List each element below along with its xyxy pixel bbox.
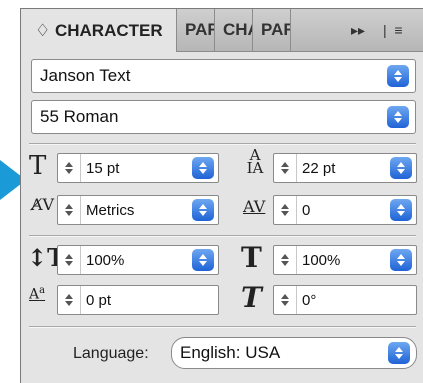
skew-stepper[interactable]: [274, 286, 297, 314]
dropdown-arrows-icon: [387, 65, 409, 87]
font-size-stepper[interactable]: [58, 154, 81, 182]
kerning-field[interactable]: Metrics: [57, 195, 219, 225]
divider: [29, 326, 416, 328]
character-panel: ♢ CHARACTER PAR CHA PAR ▸▸ | ≡ Janson Te…: [20, 8, 423, 383]
dropdown-arrows-icon[interactable]: [390, 199, 412, 221]
dropdown-arrows-icon[interactable]: [390, 157, 412, 179]
kerning-stepper[interactable]: [58, 196, 81, 224]
font-style-value: 55 Roman: [40, 107, 119, 126]
dropdown-arrows-icon[interactable]: [192, 249, 214, 271]
leading-value: 22 pt: [302, 159, 336, 177]
font-style-dropdown[interactable]: 55 Roman: [31, 100, 416, 134]
divider: [29, 143, 416, 145]
language-dropdown[interactable]: English: USA: [171, 337, 417, 369]
baseline-shift-field[interactable]: 0 pt: [57, 285, 219, 315]
tab-character-styles[interactable]: CHA: [215, 9, 253, 51]
font-family-value: Janson Text: [40, 66, 131, 85]
language-label: Language:: [73, 345, 149, 362]
font-size-icon: T: [29, 151, 47, 181]
dropdown-arrows-icon[interactable]: [390, 249, 412, 271]
skew-field[interactable]: 0°: [273, 285, 417, 315]
dropdown-arrows-icon[interactable]: [192, 199, 214, 221]
tab-character[interactable]: ♢ CHARACTER: [21, 9, 177, 52]
baseline-shift-icon: Aa: [29, 285, 46, 303]
panel-expand-icon[interactable]: ▸▸: [351, 9, 365, 51]
tab-paragraph-styles[interactable]: PAR: [253, 9, 291, 51]
tracking-value: 0: [302, 201, 311, 219]
tracking-icon: AV: [243, 197, 266, 216]
leading-field[interactable]: 22 pt: [273, 153, 417, 183]
panel-menu-icon[interactable]: | ≡: [383, 9, 403, 51]
horizontal-scale-field[interactable]: 100%: [273, 245, 417, 275]
divider: [29, 235, 416, 237]
dropdown-arrows-icon: [387, 106, 409, 128]
language-value: English: USA: [180, 343, 281, 362]
kerning-icon: A̸V: [31, 195, 55, 214]
leading-icon: A IA: [246, 146, 264, 177]
kerning-value: Metrics: [86, 201, 135, 219]
horizontal-scale-value: 100%: [302, 251, 341, 269]
tab-paragraph[interactable]: PAR: [177, 9, 215, 51]
font-size-field[interactable]: 15 pt: [57, 153, 219, 183]
vertical-scale-value: 100%: [86, 251, 125, 269]
skew-value: 0°: [302, 291, 317, 309]
panel-tab-bar: ♢ CHARACTER PAR CHA PAR ▸▸ | ≡: [21, 9, 423, 52]
tracking-field[interactable]: 0: [273, 195, 417, 225]
horizontal-scale-stepper[interactable]: [274, 246, 297, 274]
vertical-scale-stepper[interactable]: [58, 246, 81, 274]
font-size-value: 15 pt: [86, 159, 120, 177]
leading-stepper[interactable]: [274, 154, 297, 182]
dropdown-arrows-icon: [388, 342, 410, 364]
baseline-shift-stepper[interactable]: [58, 286, 81, 314]
horizontal-scale-icon: T: [241, 241, 262, 274]
skew-icon: T: [241, 281, 262, 314]
vertical-scale-field[interactable]: 100%: [57, 245, 219, 275]
font-family-dropdown[interactable]: Janson Text: [31, 59, 416, 93]
dropdown-arrows-icon[interactable]: [192, 157, 214, 179]
tracking-stepper[interactable]: [274, 196, 297, 224]
baseline-shift-value: 0 pt: [86, 291, 112, 309]
